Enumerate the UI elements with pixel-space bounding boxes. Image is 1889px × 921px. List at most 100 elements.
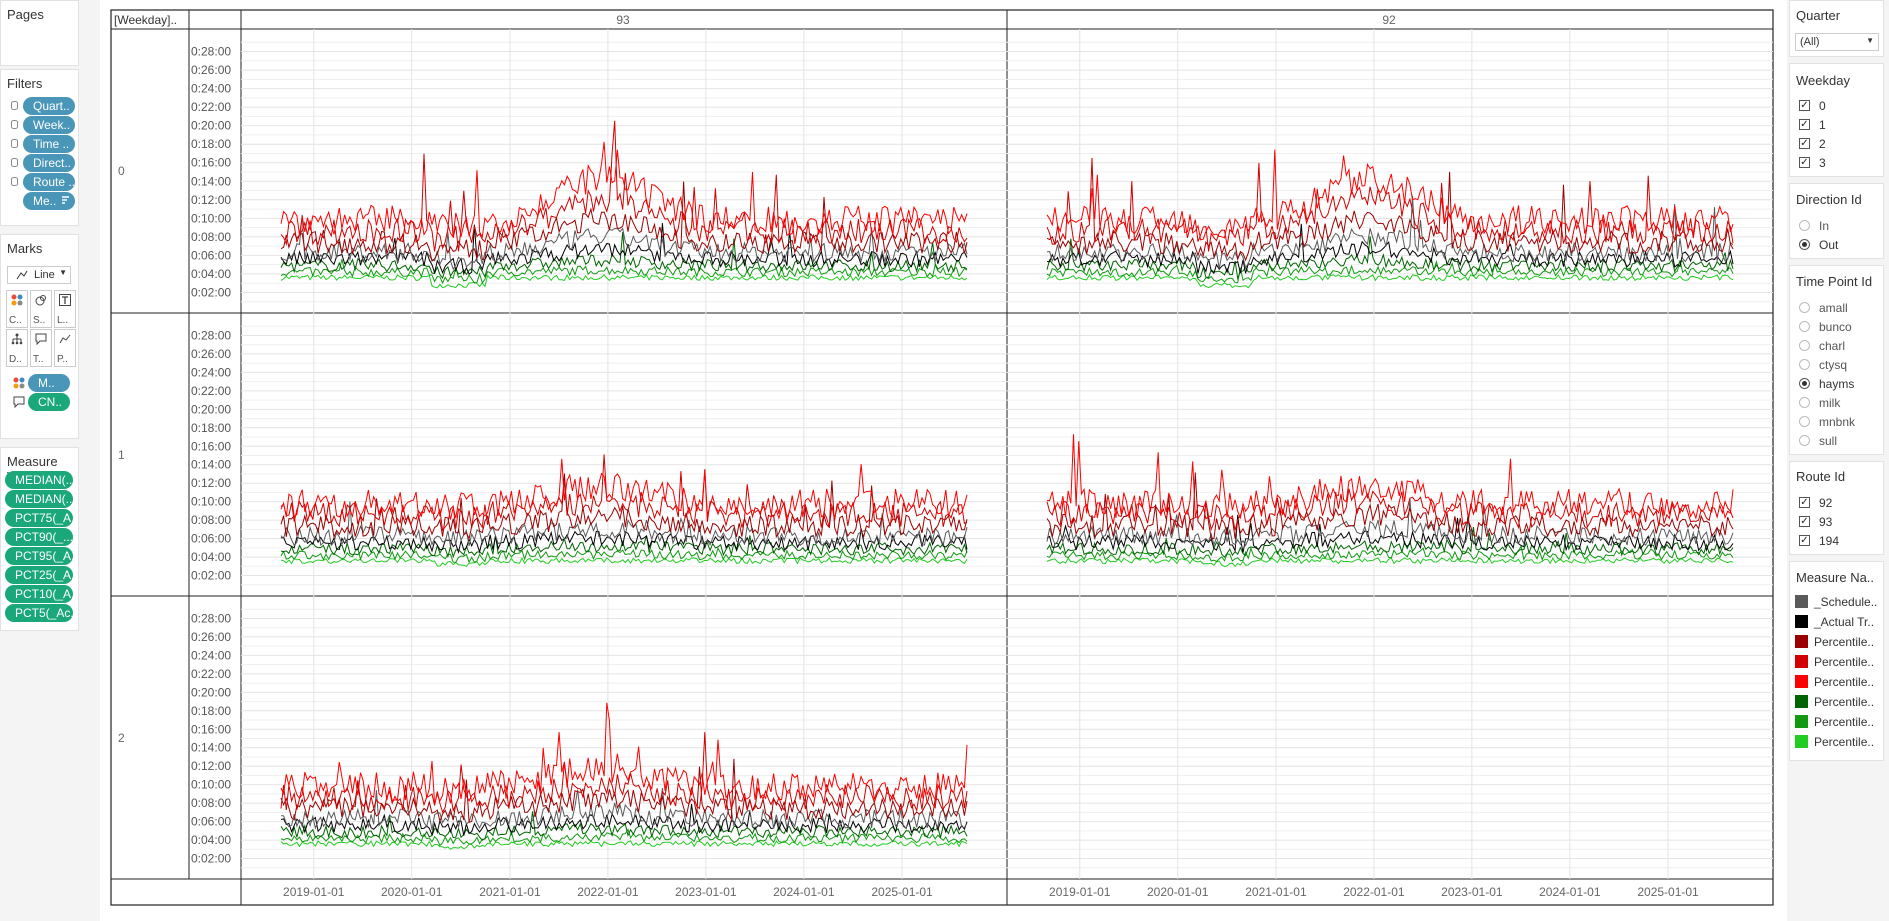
direction-title: Direction Id (1796, 192, 1862, 207)
legend-label[interactable]: Percentile.. (1814, 735, 1874, 749)
legend-label[interactable]: Percentile.. (1814, 715, 1874, 729)
time-point-radio-charl[interactable] (1799, 340, 1810, 351)
legend-swatch[interactable] (1795, 635, 1808, 648)
time-point-filter: Time Point Id amall bunco charl ctysq ha… (1789, 265, 1884, 455)
series-line[interactable] (280, 840, 968, 850)
weekday-label-3: 3 (1819, 156, 1826, 170)
column-header-93[interactable]: 93 (616, 13, 630, 27)
route-checkbox-92[interactable]: ✓ (1799, 497, 1810, 508)
y-tick-label: 0:26:00 (191, 347, 231, 361)
measure-value-pill[interactable]: MEDIAN(.. (5, 471, 73, 489)
series-line[interactable] (280, 546, 968, 564)
legend-label[interactable]: _Actual Tr.. (1814, 615, 1874, 629)
legend-label[interactable]: Percentile.. (1814, 695, 1874, 709)
time-point-label-mnbnk: mnbnk (1819, 415, 1856, 429)
y-tick-label: 0:28:00 (191, 611, 231, 625)
mark-type-dropdown[interactable]: Line ▼ (7, 266, 71, 284)
legend-label[interactable]: Percentile.. (1814, 635, 1874, 649)
route-label-93: 93 (1819, 515, 1833, 529)
filter-pill-route[interactable]: Route .. (23, 173, 75, 191)
legend-swatch[interactable] (1795, 695, 1808, 708)
direction-radio-out[interactable] (1799, 239, 1810, 250)
column-header-92[interactable]: 92 (1382, 13, 1396, 27)
x-tick-label: 2019-01-01 (283, 885, 345, 899)
path-mark-button[interactable]: P.. (54, 329, 76, 367)
series-line[interactable] (280, 458, 968, 521)
legend-label[interactable]: Percentile.. (1814, 675, 1874, 689)
time-point-radio-hayms[interactable] (1799, 378, 1810, 389)
measure-value-pill[interactable]: PCT25(_A.. (5, 566, 73, 584)
series-line[interactable] (1046, 557, 1734, 568)
measure-value-pill[interactable]: PCT90(_... (5, 528, 73, 546)
legend-swatch[interactable] (1795, 735, 1808, 748)
detail-mark-button[interactable]: D.. (6, 329, 28, 367)
row-header-0[interactable]: 0 (118, 164, 125, 178)
y-tick-label: 0:22:00 (191, 667, 231, 681)
y-tick-label: 0:20:00 (191, 119, 231, 133)
x-tick-label: 2023-01-01 (1441, 885, 1503, 899)
measure-value-pill[interactable]: MEDIAN(.. (5, 490, 73, 508)
time-point-title: Time Point Id (1796, 274, 1873, 289)
series-line[interactable] (1046, 434, 1734, 520)
label-mark-button[interactable]: L.. (54, 290, 76, 328)
filter-pill-direction[interactable]: Direct.. (23, 154, 75, 172)
measure-value-pill[interactable]: PCT75(_A.. (5, 509, 73, 527)
size-mark-button[interactable]: S.. (30, 290, 52, 328)
weekday-checkbox-1[interactable]: ✓ (1799, 119, 1810, 130)
series-line[interactable] (1046, 274, 1734, 289)
weekday-checkbox-3[interactable]: ✓ (1799, 157, 1810, 168)
direction-radio-in[interactable] (1799, 220, 1810, 231)
color-palette-icon (11, 294, 23, 306)
filter-pill-time-point[interactable]: Time .. (23, 135, 75, 153)
color-pill-measure-names[interactable]: M.. (28, 374, 70, 392)
route-filter: Route Id ✓ 92 ✓ 93 ✓ 194 (1789, 461, 1884, 555)
legend-label[interactable]: Percentile.. (1814, 655, 1874, 669)
series-line[interactable] (280, 274, 968, 289)
legend-swatch[interactable] (1795, 615, 1808, 628)
x-tick-label: 2020-01-01 (381, 885, 443, 899)
row-header-2[interactable]: 2 (118, 731, 125, 745)
y-tick-label: 0:02:00 (191, 285, 231, 299)
time-point-radio-bunco[interactable] (1799, 321, 1810, 332)
time-point-radio-sull[interactable] (1799, 435, 1810, 446)
series-line[interactable] (280, 556, 968, 567)
route-label-92: 92 (1819, 496, 1833, 510)
legend-swatch[interactable] (1795, 595, 1808, 608)
y-tick-label: 0:16:00 (191, 439, 231, 453)
y-tick-label: 0:24:00 (191, 365, 231, 379)
weekday-checkbox-0[interactable]: ✓ (1799, 100, 1810, 111)
header-weekday-cell[interactable]: [Weekday].. (114, 13, 177, 27)
y-tick-label: 0:18:00 (191, 137, 231, 151)
measure-value-pill[interactable]: PCT95(_A.. (5, 547, 73, 565)
sort-icon (62, 196, 69, 204)
time-point-radio-ctysq[interactable] (1799, 359, 1810, 370)
route-checkbox-93[interactable]: ✓ (1799, 516, 1810, 527)
y-tick-label: 0:24:00 (191, 648, 231, 662)
quarter-title: Quarter (1796, 8, 1841, 23)
pages-shelf[interactable]: Pages (0, 0, 79, 66)
filters-title: Filters (7, 76, 43, 91)
route-checkbox-194[interactable]: ✓ (1799, 535, 1810, 546)
tooltip-pill-cnt[interactable]: CN.. (28, 393, 70, 411)
measure-values-shelf: Measure Val.. MEDIAN(.. MEDIAN(.. PCT75(… (0, 447, 79, 631)
size-icon (35, 295, 46, 306)
chevron-down-icon: ▼ (59, 268, 67, 277)
legend-swatch[interactable] (1795, 675, 1808, 688)
legend-swatch[interactable] (1795, 715, 1808, 728)
measure-value-pill[interactable]: PCT5(_Ac.. (5, 604, 73, 622)
path-mark-label: P.. (57, 354, 68, 365)
time-point-radio-milk[interactable] (1799, 397, 1810, 408)
filter-pill-weekday[interactable]: Week.. (23, 116, 75, 134)
legend-label[interactable]: _Schedule.. (1814, 595, 1877, 609)
quarter-dropdown[interactable]: (All) ▼ (1795, 33, 1879, 51)
weekday-checkbox-2[interactable]: ✓ (1799, 138, 1810, 149)
y-tick-label: 0:10:00 (191, 211, 231, 225)
time-point-radio-mnbnk[interactable] (1799, 416, 1810, 427)
measure-value-pill[interactable]: PCT10(_A.. (5, 585, 73, 603)
time-point-radio-amall[interactable] (1799, 302, 1810, 313)
legend-swatch[interactable] (1795, 655, 1808, 668)
row-header-1[interactable]: 1 (118, 448, 125, 462)
filter-pill-quarter[interactable]: Quart.. (23, 97, 75, 115)
tooltip-mark-button[interactable]: T.. (30, 329, 52, 367)
color-mark-button[interactable]: C.. (6, 290, 28, 328)
